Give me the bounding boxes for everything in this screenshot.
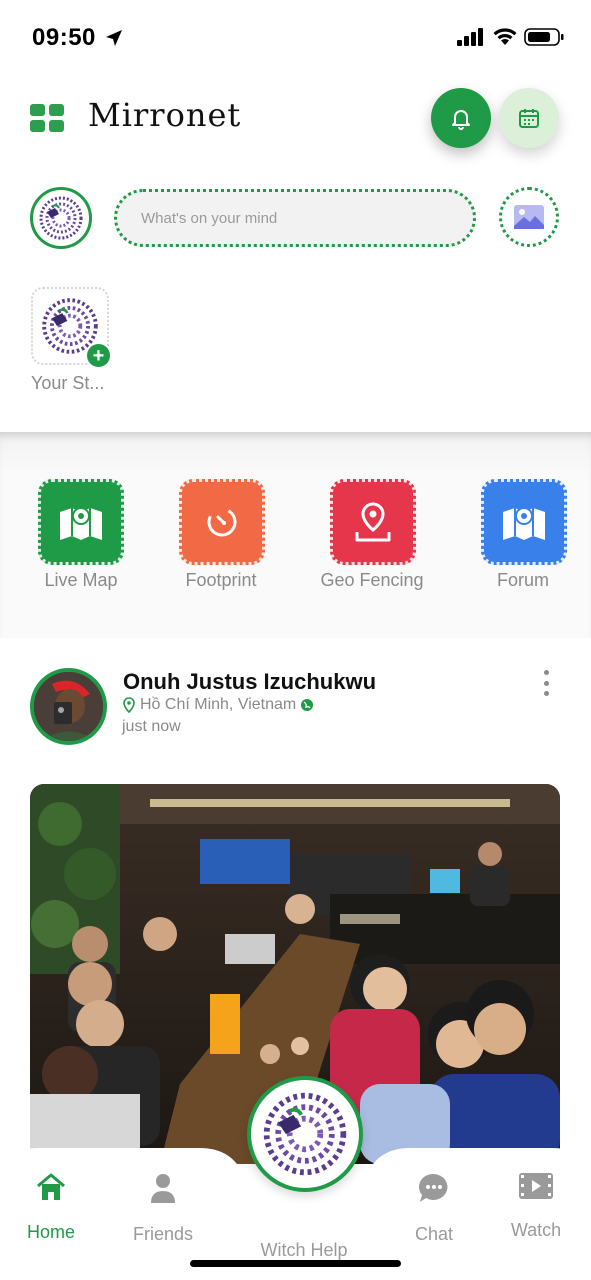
- status-bar: 09:50: [0, 0, 591, 70]
- nav-friends[interactable]: Friends: [118, 1172, 208, 1245]
- mirronet-logo-icon: [39, 196, 83, 240]
- witch-help-label: Witch Help: [260, 1240, 348, 1260]
- footprint-label: Footprint: [185, 570, 257, 590]
- chat-icon: [419, 1173, 448, 1202]
- calendar-button[interactable]: [499, 88, 559, 148]
- post-author-name[interactable]: Onuh Justus Izuchukwu: [123, 669, 376, 695]
- status-input[interactable]: What's on your mind: [114, 189, 476, 247]
- bell-icon: [452, 110, 470, 130]
- nav-home-label: Home: [26, 1222, 75, 1242]
- post-author-avatar[interactable]: [30, 668, 107, 745]
- notifications-button[interactable]: [431, 88, 491, 148]
- author-photo: [34, 672, 103, 741]
- live-map-button[interactable]: [38, 479, 124, 565]
- image-icon: [514, 205, 544, 229]
- story-label: Your St...: [31, 373, 105, 393]
- video-icon: [519, 1173, 553, 1199]
- timer-icon: [207, 507, 237, 537]
- nav-chat[interactable]: Chat: [389, 1172, 479, 1245]
- nav-watch-label: Watch: [510, 1220, 562, 1240]
- nav-friends-label: Friends: [132, 1224, 194, 1244]
- map-pin-icon: [503, 507, 545, 540]
- nav-home[interactable]: Home: [6, 1172, 96, 1243]
- nav-chat-label: Chat: [414, 1224, 454, 1244]
- post-options-button[interactable]: [536, 668, 556, 698]
- battery-icon: [524, 28, 564, 46]
- footprint-button[interactable]: [179, 479, 265, 565]
- geo-fencing-button[interactable]: [330, 479, 416, 565]
- geo-fencing-label: Geo Fencing: [320, 570, 424, 590]
- wifi-icon: [493, 28, 517, 45]
- live-map-label: Live Map: [44, 570, 118, 590]
- forum-button[interactable]: [481, 479, 567, 565]
- add-story-plus-icon[interactable]: +: [85, 342, 112, 369]
- mirronet-logo-icon: [263, 1092, 347, 1176]
- location-pin-icon: [355, 502, 391, 542]
- forum-label: Forum: [496, 570, 549, 590]
- witch-help-button[interactable]: [247, 1076, 363, 1192]
- post-timestamp: just now: [122, 718, 181, 735]
- home-indicator: [190, 1260, 401, 1267]
- dot: [543, 680, 549, 686]
- user-avatar[interactable]: [30, 187, 92, 249]
- nav-watch[interactable]: Watch: [491, 1172, 581, 1241]
- cellular-signal-icon: [457, 28, 483, 46]
- dot: [543, 691, 549, 696]
- status-time: 09:50: [32, 24, 96, 51]
- map-icon: [60, 507, 102, 540]
- home-icon: [37, 1173, 65, 1200]
- post-location: Hồ Chí Minh, Vietnam: [122, 696, 314, 714]
- person-icon: [151, 1174, 175, 1203]
- brand-logo-text: Mirronet: [88, 96, 242, 134]
- dot: [543, 670, 549, 675]
- add-photo-button[interactable]: [499, 187, 559, 247]
- calendar-icon: [519, 109, 539, 128]
- post-location-text: Hồ Chí Minh, Vietnam: [140, 696, 297, 713]
- pin-outline-icon: [123, 697, 135, 713]
- globe-icon: [301, 699, 314, 711]
- menu-grid-icon[interactable]: [30, 104, 64, 132]
- location-arrow-icon: [106, 30, 122, 46]
